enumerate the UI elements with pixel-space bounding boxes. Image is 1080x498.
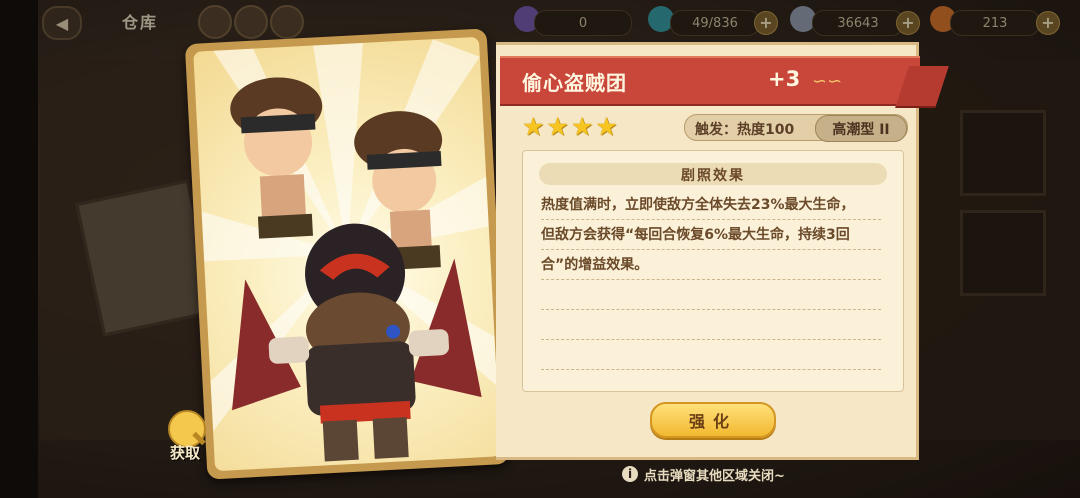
gem-counter: 0 [534,10,632,36]
effect-title-bar: 剧照效果 [539,163,887,185]
page-title: 仓库 [122,13,159,32]
obtain-label: 获取 [169,444,200,462]
carrot-counter: 213 [950,10,1040,36]
effect-line [541,341,881,370]
close-hint: i 点击弹窗其他区域关闭~ [622,464,785,484]
add-coin-button[interactable]: + [896,11,920,35]
obtain-button[interactable]: 获取 [160,410,210,466]
effect-line: 合”的增益效果。 [541,251,881,280]
card-illustration [193,36,501,472]
star-icon: ★ [546,112,569,141]
back-button[interactable]: ◀ [42,6,82,40]
hint-text: 点击弹窗其他区域关闭~ [644,468,785,484]
bowl-icon[interactable] [270,5,304,39]
star-icon: ★ [595,112,618,141]
top-bar: ◀ 仓库 0 49/836 + 36643 + 213 + [38,0,1080,42]
effect-title: 剧照效果 [681,168,745,184]
screen-edge [0,0,38,498]
eye-icon[interactable] [234,5,268,39]
effect-line: 但敌方会获得“每回合恢复6%最大生命，持续3回 [541,221,881,250]
enhance-button[interactable]: 强化 [650,402,776,438]
effect-line [541,311,881,340]
character-card [184,28,510,480]
bag-counter: 49/836 [670,10,760,36]
star-icon: ★ [522,112,545,141]
trigger-info: 触发：热度100 高潮型 II [684,114,908,142]
add-bag-button[interactable]: + [754,11,778,35]
clover-icon[interactable] [198,5,232,39]
info-icon: i [622,466,638,482]
title-banner: 偷心盗贼团 +3 ∽∽ [500,56,949,108]
star-rating: ★ ★ ★ ★ [522,114,618,139]
add-carrot-button[interactable]: + [1036,11,1060,35]
swirl-ornament-icon: ∽∽ [812,71,843,92]
effect-line [541,281,881,310]
card-level: +3 [768,67,801,91]
back-arrow-icon: ◀ [55,13,69,33]
effect-line: 热度值满时，立即使敌方全体失去23%最大生命， [541,191,881,220]
star-icon: ★ [570,112,594,141]
trigger-type-badge: 高潮型 II [815,115,907,142]
effect-box: 剧照效果 热度值满时，立即使敌方全体失去23%最大生命， 但敌方会获得“每回合恢… [522,150,904,392]
coin-counter: 36643 [812,10,904,36]
card-name: 偷心盗贼团 [522,71,627,95]
trigger-text: 触发：热度100 [695,122,795,138]
